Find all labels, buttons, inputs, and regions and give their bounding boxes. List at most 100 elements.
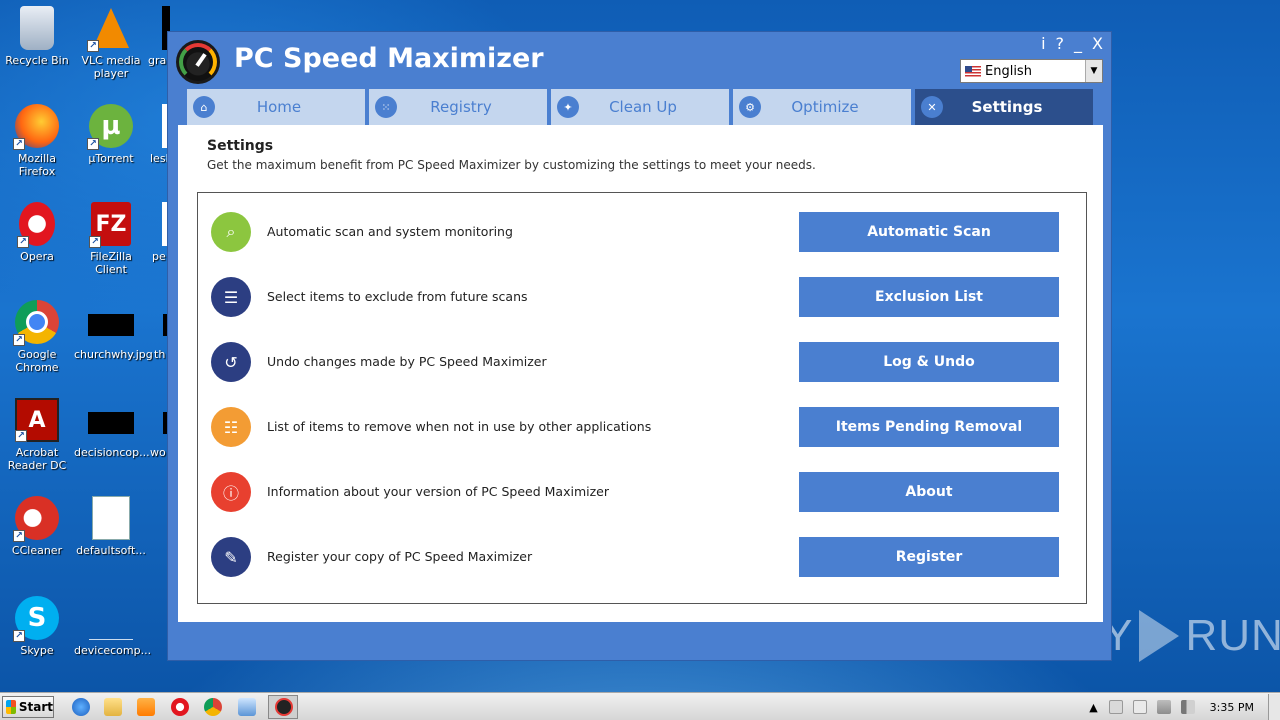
desktop-icon-label: th <box>154 348 166 361</box>
word-doc-icon: W <box>92 496 130 540</box>
desktop-icon-churchwhy[interactable]: churchwhy.jpg <box>74 300 153 361</box>
settings-row-register: ✎ Register your copy of PC Speed Maximiz… <box>198 533 1086 598</box>
settings-list: ⌕ Automatic scan and system monitoring A… <box>197 192 1087 604</box>
desktop-icon-label: wo <box>150 446 166 459</box>
us-flag-icon <box>965 65 981 77</box>
app-title: PC Speed Maximizer <box>234 43 544 74</box>
speedometer-icon <box>275 698 293 716</box>
desktop-icon-skype[interactable]: S ↗ Skype <box>0 596 74 657</box>
file-icon <box>89 596 133 640</box>
desktop-icon-devicecomp[interactable]: devicecomp... <box>74 596 152 657</box>
exclusion-list-button[interactable]: Exclusion List <box>799 277 1059 317</box>
desktop-icon-label: Acrobat Reader DC <box>7 446 67 472</box>
desktop-icon-utorrent[interactable]: µ ↗ µTorrent <box>74 104 148 165</box>
utorrent-icon: µ ↗ <box>87 104 133 150</box>
desktop-icon-recycle-bin[interactable]: Recycle Bin <box>0 6 74 67</box>
tab-label: Settings <box>971 98 1043 116</box>
settings-row-automatic-scan: ⌕ Automatic scan and system monitoring A… <box>198 208 1086 273</box>
desktop-icon-label: defaultsoft... <box>76 544 146 557</box>
window-controls: i ? _ X <box>1041 34 1103 53</box>
register-button[interactable]: Register <box>799 537 1059 577</box>
security-alert-icon[interactable] <box>1108 700 1123 714</box>
start-button[interactable]: Start <box>2 696 54 718</box>
taskbar: Start ▲ 3:35 PM <box>0 692 1280 720</box>
settings-row-text: Select items to exclude from future scan… <box>267 289 528 304</box>
info-button[interactable]: i <box>1041 34 1045 53</box>
tab-clean-up[interactable]: ✦ Clean Up <box>551 89 729 125</box>
show-desktop-button[interactable] <box>1268 694 1280 720</box>
settings-row-text: List of items to remove when not in use … <box>267 419 652 434</box>
minimize-button[interactable]: _ <box>1074 34 1082 53</box>
undo-icon: ↺ <box>211 342 251 382</box>
desktop-icon-vlc[interactable]: ↗ VLC media player <box>74 6 148 80</box>
registry-icon: ⁙ <box>375 96 397 118</box>
broom-icon: ✦ <box>557 96 579 118</box>
desktop-icon-filezilla[interactable]: FZ ↗ FileZilla Client <box>74 202 148 276</box>
items-pending-removal-button[interactable]: Items Pending Removal <box>799 407 1059 447</box>
settings-row-pending-removal: ☷ List of items to remove when not in us… <box>198 403 1086 468</box>
opera-icon: ↗ <box>17 202 55 248</box>
tab-settings[interactable]: ✕ Settings <box>915 89 1093 125</box>
media-player-icon[interactable] <box>137 698 155 716</box>
language-select[interactable]: English ▼ <box>960 59 1103 83</box>
acrobat-icon: A ↗ <box>15 398 59 442</box>
tab-optimize[interactable]: ⚙ Optimize <box>733 89 911 125</box>
main-tabs: ⌂ Home ⁙ Registry ✦ Clean Up ⚙ Optimize … <box>187 89 1097 125</box>
desktop-icon-label: Skype <box>20 644 54 657</box>
action-center-flag-icon[interactable] <box>1132 700 1147 714</box>
settings-row-text: Undo changes made by PC Speed Maximizer <box>267 354 547 369</box>
settings-row-text: Automatic scan and system monitoring <box>267 224 513 239</box>
close-button[interactable]: X <box>1092 34 1103 53</box>
show-hidden-icons[interactable]: ▲ <box>1089 701 1097 714</box>
chrome-taskbar-icon[interactable] <box>204 698 222 716</box>
opera-taskbar-icon[interactable] <box>171 698 189 716</box>
gear-icon: ⚙ <box>739 96 761 118</box>
desktop-icon-opera[interactable]: ↗ Opera <box>0 202 74 263</box>
system-tray: ▲ 3:35 PM <box>1083 693 1280 720</box>
skype-icon: S ↗ <box>13 596 59 642</box>
settings-panel: Settings Get the maximum benefit from PC… <box>178 125 1103 622</box>
tab-label: Registry <box>430 98 492 116</box>
pc-speed-maximizer-taskbar-button[interactable] <box>268 695 298 719</box>
image-file-icon <box>88 412 134 434</box>
network-app-icon[interactable] <box>238 698 256 716</box>
settings-row-exclusion-list: ☰ Select items to exclude from future sc… <box>198 273 1086 338</box>
desktop-icon-label: FileZilla Client <box>90 250 132 276</box>
desktop-icon-ccleaner[interactable]: ↗ CCleaner <box>0 496 74 557</box>
pending-list-icon: ☷ <box>211 407 251 447</box>
firefox-icon: ↗ <box>13 104 59 150</box>
log-undo-button[interactable]: Log & Undo <box>799 342 1059 382</box>
desktop-icon-chrome[interactable]: ↗ Google Chrome <box>0 300 74 374</box>
tab-home[interactable]: ⌂ Home <box>187 89 365 125</box>
internet-explorer-icon[interactable] <box>72 698 90 716</box>
chevron-down-icon[interactable]: ▼ <box>1085 60 1102 82</box>
desktop-icon-label: churchwhy.jpg <box>74 348 153 361</box>
taskbar-clock[interactable]: 3:35 PM <box>1210 701 1254 714</box>
page-title: Settings <box>207 138 274 154</box>
language-selected-value: English <box>985 63 1032 79</box>
volume-icon[interactable] <box>1180 700 1195 714</box>
desktop-icon-label: Google Chrome <box>15 348 59 374</box>
desktop-icon-decisioncop[interactable]: decisioncop... <box>74 398 150 459</box>
tab-registry[interactable]: ⁙ Registry <box>369 89 547 125</box>
folder-icon[interactable] <box>104 698 122 716</box>
chrome-icon: ↗ <box>13 300 59 346</box>
start-label: Start <box>18 700 53 714</box>
desktop-icon-label: CCleaner <box>11 544 63 557</box>
search-icon: ⌕ <box>211 212 251 252</box>
help-button[interactable]: ? <box>1056 34 1065 53</box>
pc-speed-maximizer-window: PC Speed Maximizer i ? _ X English ▼ ⌂ H… <box>167 31 1112 661</box>
desktop-icon-acrobat[interactable]: A ↗ Acrobat Reader DC <box>0 398 74 472</box>
desktop-icon-label: µTorrent <box>88 152 134 165</box>
automatic-scan-button[interactable]: Automatic Scan <box>799 212 1059 252</box>
desktop-icon-firefox[interactable]: ↗ Mozilla Firefox <box>0 104 74 178</box>
desktop-icon-defaultsoft[interactable]: W defaultsoft... <box>74 496 148 557</box>
network-icon[interactable] <box>1156 700 1171 714</box>
about-button[interactable]: About <box>799 472 1059 512</box>
speedometer-logo-icon <box>176 40 220 84</box>
watermark-text-right: RUN <box>1185 611 1280 660</box>
page-subtitle: Get the maximum benefit from PC Speed Ma… <box>207 158 816 172</box>
desktop-icon-label: Mozilla Firefox <box>18 152 56 178</box>
windows-logo-icon <box>6 700 16 714</box>
desktop-icon-label: devicecomp... <box>74 644 152 657</box>
